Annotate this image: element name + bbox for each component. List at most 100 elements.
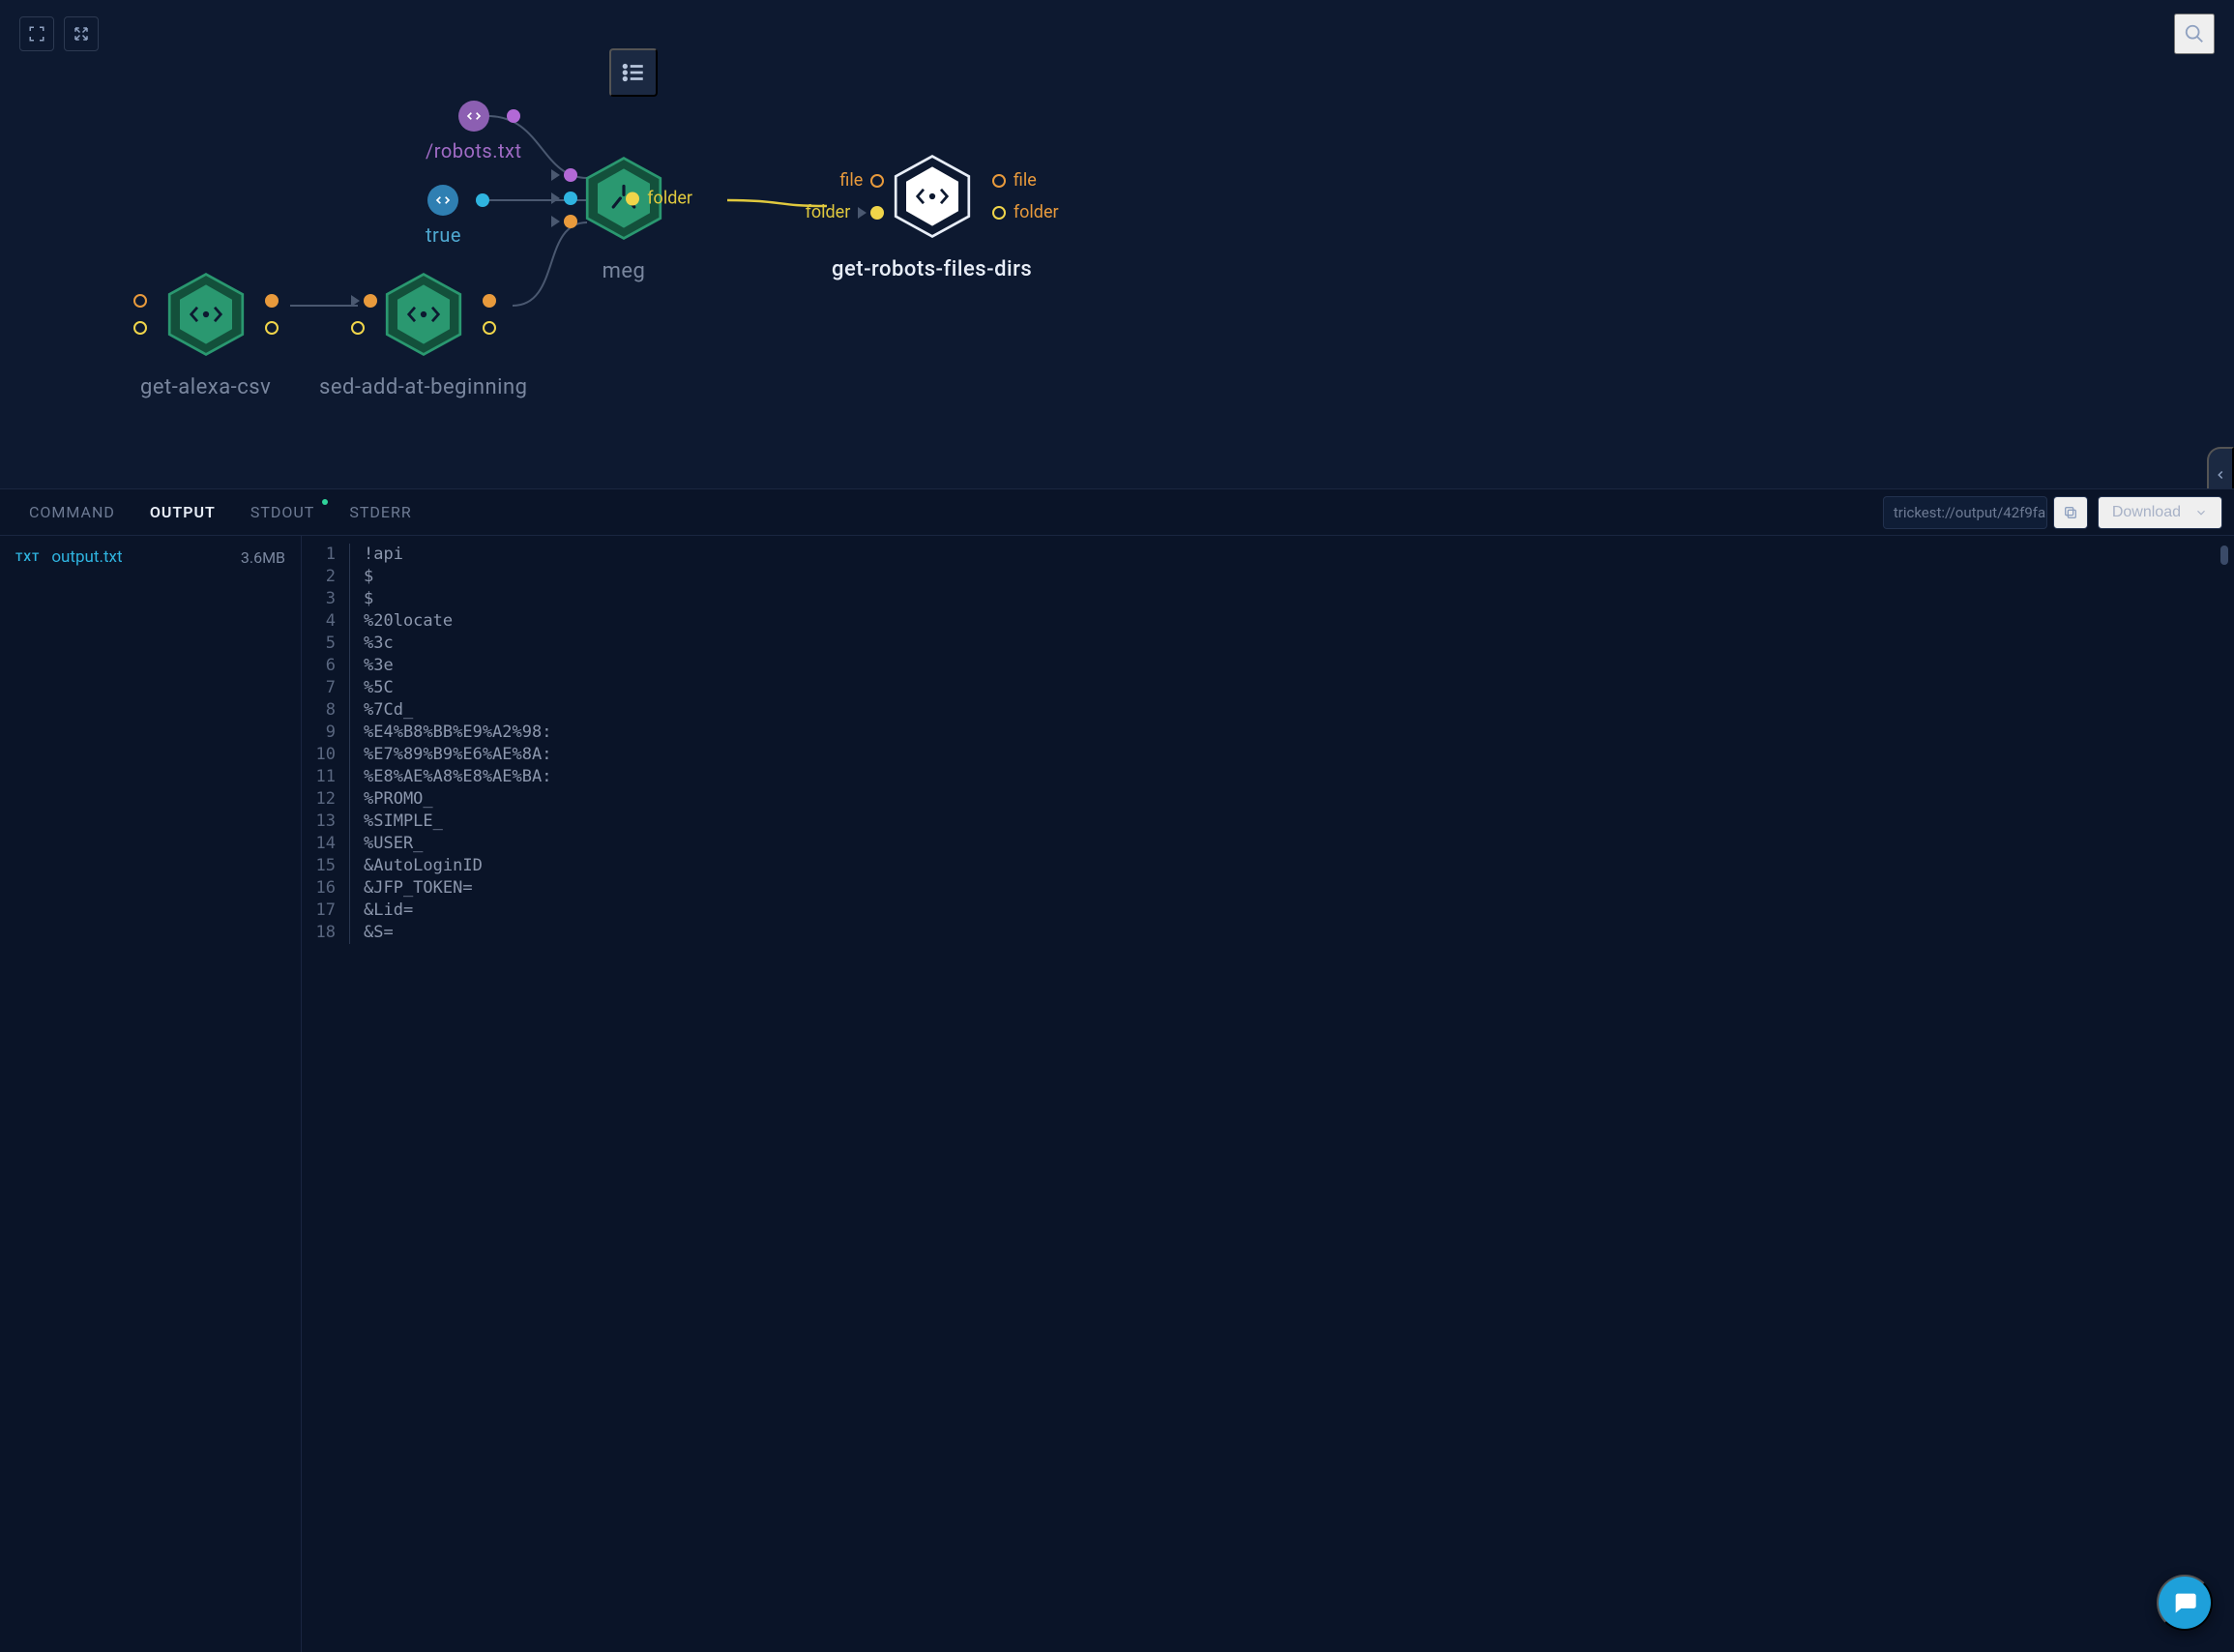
file-size: 3.6MB (241, 548, 285, 567)
copy-path-button[interactable] (2053, 496, 2088, 529)
node-label: get-alexa-csv (140, 375, 271, 399)
line-number: 6 (302, 655, 350, 677)
code-text: %20locate (350, 610, 453, 633)
code-text: %7Cd_ (350, 699, 413, 722)
node-robots-txt[interactable]: /robots.txt (426, 101, 522, 162)
hexagon-icon (380, 271, 467, 358)
hexagon-icon (162, 271, 250, 358)
code-text: %3c (350, 633, 394, 655)
output-port[interactable] (507, 109, 520, 123)
scrollbar-thumb[interactable] (2220, 546, 2228, 565)
code-icon (427, 185, 458, 216)
code-text: %USER_ (350, 833, 423, 855)
download-label: Download (2112, 504, 2181, 521)
output-port[interactable] (483, 294, 496, 308)
code-text: $ (350, 588, 373, 610)
node-get-alexa-csv[interactable]: get-alexa-csv (140, 271, 271, 399)
line-number: 10 (302, 744, 350, 766)
line-number: 3 (302, 588, 350, 610)
line-number: 8 (302, 699, 350, 722)
input-arrow-icon (551, 216, 560, 227)
code-text: %SIMPLE_ (350, 811, 443, 833)
input-port[interactable] (351, 321, 365, 335)
file-list: TXT output.txt 3.6MB (0, 536, 302, 1652)
output-port[interactable] (992, 174, 1006, 188)
code-text: &AutoLoginID (350, 855, 483, 877)
input-port[interactable] (870, 206, 884, 220)
output-path-field[interactable]: trickest://output/42f9fa (1883, 496, 2047, 529)
line-number: 12 (302, 788, 350, 811)
output-port[interactable] (483, 321, 496, 335)
code-line: 1!api (302, 544, 2234, 566)
input-port[interactable] (564, 168, 577, 182)
output-port[interactable] (265, 294, 279, 308)
node-sed-add-at-beginning[interactable]: sed-add-at-beginning (319, 271, 528, 399)
input-port[interactable] (870, 174, 884, 188)
port-label: folder (643, 189, 696, 209)
input-port[interactable] (133, 321, 147, 335)
output-port[interactable] (265, 321, 279, 335)
line-number: 7 (302, 677, 350, 699)
line-number: 9 (302, 722, 350, 744)
port-label: file (1010, 170, 1041, 191)
line-number: 2 (302, 566, 350, 588)
code-line: 13%SIMPLE_ (302, 811, 2234, 833)
code-line: 16&JFP_TOKEN= (302, 877, 2234, 900)
output-panel: COMMAND OUTPUT STDOUT STDERR trickest://… (0, 488, 2234, 1652)
code-viewer[interactable]: 1!api2$3$4%20locate5%3c6%3e7%5C8%7Cd_9%E… (302, 536, 2234, 1652)
code-text: %3e (350, 655, 394, 677)
output-port[interactable] (992, 206, 1006, 220)
code-line: 14%USER_ (302, 833, 2234, 855)
code-text: &JFP_TOKEN= (350, 877, 473, 900)
tab-stderr[interactable]: STDERR (332, 491, 428, 533)
code-line: 9%E4%B8%BB%E9%A2%98: (302, 722, 2234, 744)
code-text: %5C (350, 677, 394, 699)
input-port[interactable] (364, 294, 377, 308)
tab-output[interactable]: OUTPUT (132, 491, 233, 533)
tab-stdout[interactable]: STDOUT (233, 491, 332, 533)
chevron-down-icon (2194, 506, 2208, 519)
code-line: 3$ (302, 588, 2234, 610)
code-text: %E7%89%B9%E6%AE%8A: (350, 744, 551, 766)
line-number: 5 (302, 633, 350, 655)
workflow-canvas[interactable]: /robots.txt true (0, 0, 2234, 488)
input-port[interactable] (133, 294, 147, 308)
code-text: %E4%B8%BB%E9%A2%98: (350, 722, 551, 744)
output-port[interactable] (476, 193, 489, 207)
file-row[interactable]: TXT output.txt 3.6MB (0, 536, 301, 578)
input-arrow-icon (551, 169, 560, 181)
code-line: 18&S= (302, 922, 2234, 944)
code-line: 17&Lid= (302, 900, 2234, 922)
code-line: 10%E7%89%B9%E6%AE%8A: (302, 744, 2234, 766)
node-label: /robots.txt (426, 139, 522, 162)
node-meg[interactable]: folder meg (580, 155, 667, 283)
input-port[interactable] (564, 215, 577, 228)
file-type-badge: TXT (15, 550, 40, 564)
code-line: 2$ (302, 566, 2234, 588)
chat-button[interactable] (2157, 1575, 2213, 1631)
line-number: 11 (302, 766, 350, 788)
port-label: folder (1010, 202, 1063, 222)
file-name: output.txt (51, 547, 229, 567)
port-label: folder (802, 202, 855, 222)
line-number: 1 (302, 544, 350, 566)
code-text: &Lid= (350, 900, 413, 922)
tab-label: STDOUT (250, 503, 314, 521)
tab-command[interactable]: COMMAND (12, 491, 132, 533)
line-number: 14 (302, 833, 350, 855)
edges-layer (0, 0, 2234, 488)
code-line: 12%PROMO_ (302, 788, 2234, 811)
code-line: 15&AutoLoginID (302, 855, 2234, 877)
code-line: 8%7Cd_ (302, 699, 2234, 722)
node-label: get-robots-files-dirs (832, 257, 1032, 281)
node-get-robots-files-dirs[interactable]: file folder (832, 153, 1032, 281)
code-icon (458, 101, 489, 132)
input-port[interactable] (564, 192, 577, 205)
node-true[interactable]: true (426, 185, 461, 247)
download-button[interactable]: Download (2098, 496, 2222, 529)
panel-tabs: COMMAND OUTPUT STDOUT STDERR trickest://… (0, 489, 2234, 536)
code-line: 5%3c (302, 633, 2234, 655)
node-label: sed-add-at-beginning (319, 375, 528, 399)
node-label: true (426, 223, 461, 247)
output-port[interactable] (626, 192, 639, 205)
